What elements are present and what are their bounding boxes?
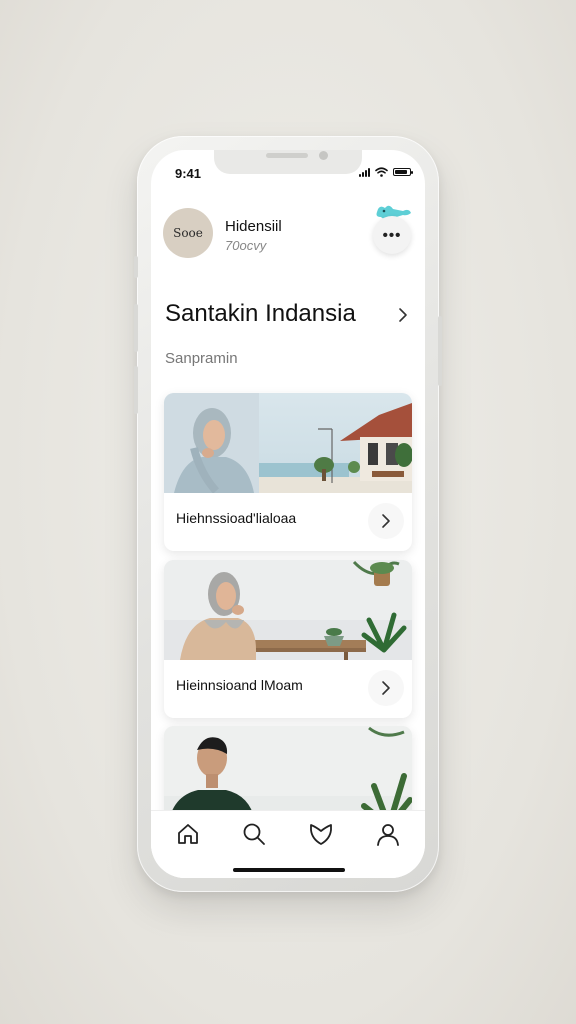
wifi-icon bbox=[375, 167, 388, 177]
section-title[interactable]: Santakin Indansia bbox=[165, 300, 356, 328]
status-time: 9:41 bbox=[175, 166, 202, 181]
phone-frame: 9:41 Sooe Hidensiil 70ocvy ••• Santakin … bbox=[134, 136, 442, 892]
content-card[interactable]: Hiehnssioad'lialoaa bbox=[164, 393, 412, 551]
home-icon[interactable] bbox=[175, 821, 201, 847]
speaker-grille bbox=[266, 153, 308, 158]
notch bbox=[214, 150, 362, 174]
front-camera bbox=[319, 151, 328, 160]
search-icon[interactable] bbox=[241, 821, 267, 847]
chevron-right-icon bbox=[382, 681, 390, 695]
chevron-right-icon[interactable] bbox=[394, 302, 412, 328]
chevron-right-icon bbox=[382, 514, 390, 528]
card-title: Hiehnssioad'lialoaa bbox=[176, 510, 297, 526]
bottom-tab-bar bbox=[151, 810, 425, 878]
avatar-text: Sooe bbox=[173, 226, 203, 240]
battery-icon bbox=[393, 168, 413, 176]
content-card[interactable]: Hieinnsioand lMoam bbox=[164, 560, 412, 718]
heart-shield-icon[interactable] bbox=[308, 821, 334, 847]
more-options-button[interactable]: ••• bbox=[373, 216, 411, 254]
mute-switch bbox=[134, 256, 138, 278]
volume-up-button bbox=[134, 304, 138, 352]
status-icons bbox=[359, 167, 413, 177]
profile-subtitle: 70ocvy bbox=[225, 238, 267, 253]
power-button bbox=[438, 316, 442, 386]
card-title: Hieinnsioand lMoam bbox=[176, 677, 303, 693]
section-subtitle: Sanpramin bbox=[165, 350, 238, 367]
card-open-button[interactable] bbox=[368, 670, 404, 706]
more-options-label: ••• bbox=[382, 226, 402, 244]
card-image bbox=[164, 393, 412, 493]
card-image bbox=[164, 560, 412, 660]
volume-down-button bbox=[134, 366, 138, 414]
app-screen: 9:41 Sooe Hidensiil 70ocvy ••• Santakin … bbox=[151, 150, 425, 878]
cellular-signal-icon bbox=[359, 167, 370, 177]
profile-name: Hidensiil bbox=[225, 218, 282, 235]
card-open-button[interactable] bbox=[368, 503, 404, 539]
avatar[interactable]: Sooe bbox=[163, 208, 213, 258]
profile-icon[interactable] bbox=[375, 821, 401, 847]
home-indicator[interactable] bbox=[233, 868, 345, 872]
